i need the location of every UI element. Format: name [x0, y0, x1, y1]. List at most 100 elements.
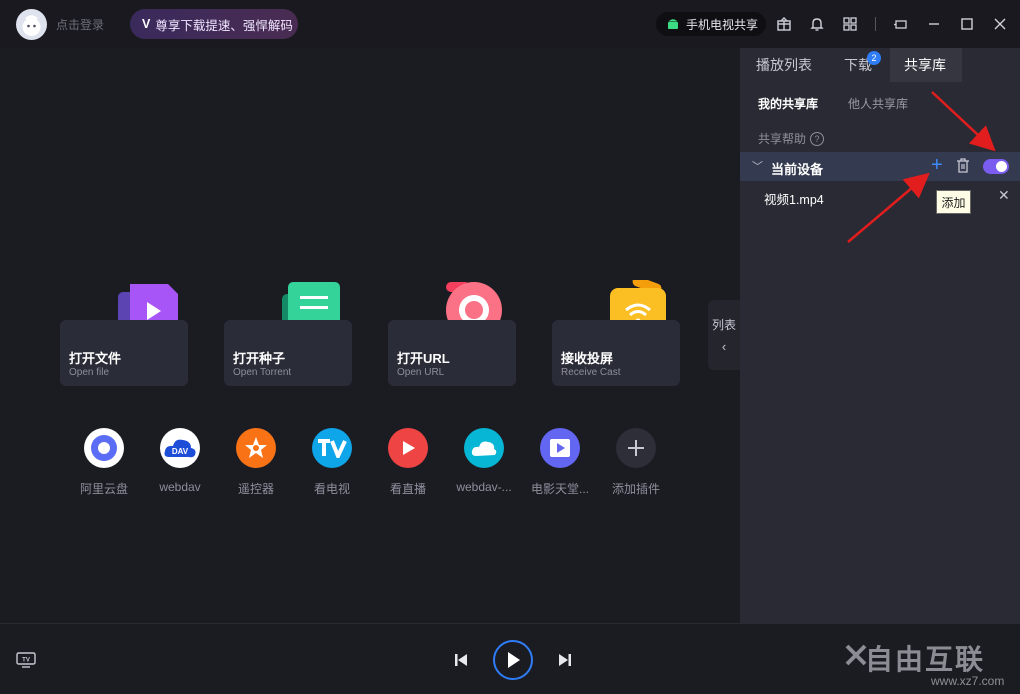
tab-label: 播放列表: [756, 57, 812, 73]
avatar[interactable]: [16, 9, 47, 40]
webdav-cloud-icon: [464, 428, 504, 468]
tv-screen-icon: TV: [16, 652, 36, 668]
store-button[interactable]: [776, 16, 792, 32]
skip-previous-icon: [455, 654, 467, 666]
current-device-row[interactable]: ﹀ 当前设备 +: [740, 152, 1020, 181]
remove-file-button[interactable]: ✕: [998, 187, 1010, 204]
plugin-label: 看直播: [389, 482, 426, 496]
list-toggle-label: 列表: [711, 318, 736, 332]
watermark-url: www.xz7.com: [931, 674, 1005, 688]
login-link[interactable]: 点击登录: [56, 16, 104, 33]
webdav-icon: DAV: [160, 428, 200, 468]
plugin-label: 看电视: [313, 482, 350, 496]
plugin-tv[interactable]: 看电视: [302, 428, 362, 497]
subtab-others-library[interactable]: 他人共享库: [848, 95, 908, 112]
grid-icon: [843, 17, 857, 31]
plugin-label: 电影天堂...: [530, 482, 589, 496]
player-controls-bar: TV 自由互联 www.xz7.com: [0, 623, 1020, 694]
svg-text:DAV: DAV: [172, 447, 189, 456]
plugin-label: webdav-...: [456, 480, 512, 494]
plugin-movie[interactable]: 电影天堂...: [530, 428, 590, 497]
watermark-logo-icon: [845, 644, 867, 666]
main-area: 打开文件 Open file 打开种子 Open Torrent 打开URL O…: [0, 48, 740, 623]
tv-share-button[interactable]: 手机电视共享: [656, 12, 766, 36]
card-title: 接收投屏: [561, 351, 614, 366]
tv-share-label: 手机电视共享: [686, 17, 759, 32]
plugin-remote[interactable]: 遥控器: [226, 428, 286, 497]
receive-cast-card[interactable]: 接收投屏 Receive Cast: [552, 320, 680, 386]
vip-label: 尊享下载提速、强悍解码: [155, 18, 293, 33]
android-icon: [668, 19, 678, 29]
card-title: 打开种子: [233, 351, 286, 366]
divider: [875, 17, 876, 31]
play-icon: [508, 652, 520, 668]
maximize-icon: [961, 18, 973, 30]
previous-button[interactable]: [453, 652, 469, 668]
skip-next-icon: [559, 654, 571, 666]
share-toggle[interactable]: [983, 159, 1009, 174]
share-help-link[interactable]: 共享帮助 ?: [758, 130, 825, 147]
add-button[interactable]: +: [931, 155, 943, 175]
open-url-card[interactable]: 打开URL Open URL: [388, 320, 516, 386]
add-tooltip: 添加: [936, 190, 971, 214]
open-torrent-card[interactable]: 打开种子 Open Torrent: [224, 320, 352, 386]
minimize-button[interactable]: [926, 16, 942, 32]
panel-tabs: 播放列表 下载 2 共享库: [740, 48, 1020, 82]
add-plugin-icon: [616, 428, 656, 468]
svg-text:TV: TV: [22, 658, 30, 664]
bell-icon: [810, 18, 824, 31]
tab-shared-library[interactable]: 共享库: [890, 48, 962, 82]
vip-icon: V: [142, 17, 151, 31]
plugin-label: 添加插件: [611, 482, 660, 496]
plugin-webdav[interactable]: DAV webdav: [150, 428, 210, 494]
live-icon: [388, 428, 428, 468]
shared-file-item[interactable]: 视频1.mp4: [764, 189, 824, 208]
mini-mode-button[interactable]: [893, 16, 909, 32]
help-label: 共享帮助: [758, 132, 807, 146]
card-subtitle: Open Torrent: [233, 367, 292, 378]
download-count-badge: 2: [867, 51, 881, 65]
card-subtitle: Open URL: [397, 367, 445, 378]
open-file-card[interactable]: 打开文件 Open file: [60, 320, 188, 386]
remote-icon: [236, 428, 276, 468]
close-button[interactable]: [992, 16, 1008, 32]
pin-icon: [894, 20, 907, 29]
side-panel: 播放列表 下载 2 共享库 我的共享库 他人共享库 共享帮助 ? ﹀ 当前设备 …: [740, 48, 1020, 623]
chevron-down-icon[interactable]: ﹀: [752, 158, 763, 174]
next-button[interactable]: [557, 652, 573, 668]
device-label: 当前设备: [771, 162, 824, 177]
plugin-label: webdav: [159, 480, 201, 494]
vip-banner[interactable]: V 尊享下载提速、强悍解码: [130, 9, 298, 39]
plugin-label: 阿里云盘: [79, 482, 128, 496]
watermark: 自由互联 www.xz7.com: [845, 636, 1020, 691]
tab-download[interactable]: 下载 2: [828, 48, 890, 82]
watermark-text: 自由互联: [865, 644, 986, 675]
playback-controls: [453, 640, 573, 680]
card-title: 打开文件: [69, 351, 122, 366]
tv-mode-button[interactable]: TV: [16, 652, 36, 668]
notification-button[interactable]: [809, 16, 825, 32]
card-subtitle: Receive Cast: [561, 367, 621, 378]
close-icon: [994, 18, 1006, 30]
plugin-aliyun[interactable]: 阿里云盘: [74, 428, 134, 497]
delete-button[interactable]: [956, 158, 970, 173]
tab-label: 共享库: [904, 57, 946, 73]
tab-playlist[interactable]: 播放列表: [740, 48, 828, 82]
plugin-add[interactable]: 添加插件: [606, 428, 666, 497]
subtab-my-library[interactable]: 我的共享库: [758, 95, 818, 112]
maximize-button[interactable]: [959, 16, 975, 32]
tv-icon: [312, 428, 352, 468]
avatar-icon: [22, 15, 41, 36]
list-toggle-button[interactable]: 列表 ‹: [708, 300, 740, 370]
toggle-knob: [996, 161, 1007, 172]
library-subtabs: 我的共享库 他人共享库: [758, 95, 908, 112]
plugin-live[interactable]: 看直播: [378, 428, 438, 497]
question-icon: ?: [810, 131, 825, 146]
play-button[interactable]: [493, 640, 533, 680]
gift-icon: [777, 17, 791, 31]
card-subtitle: Open file: [69, 367, 110, 378]
apps-button[interactable]: [842, 16, 858, 32]
plugin-webdav-2[interactable]: webdav-...: [454, 428, 514, 494]
minimize-icon: [929, 23, 939, 25]
chevron-left-icon: ‹: [721, 339, 727, 354]
